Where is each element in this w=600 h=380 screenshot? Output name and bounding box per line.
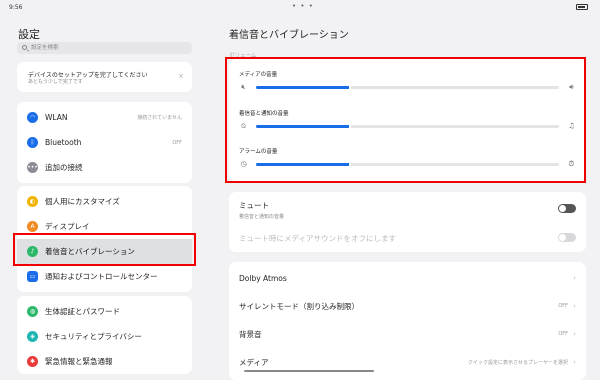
connections-group: ◠ WLAN 接続されていません ᛒ Bluetooth OFF ••• 追加の… — [17, 102, 192, 183]
list-item-dolby[interactable]: Dolby Atmos › — [239, 264, 576, 292]
search-placeholder: 設定を検索 — [31, 45, 59, 51]
list-item-background-sound[interactable]: 背景音 OFF › — [239, 320, 576, 348]
bluetooth-icon: ᛒ — [27, 137, 38, 148]
mute-row[interactable]: ミュート 着信音と通知の音量 — [239, 200, 576, 220]
more-connections-icon: ••• — [27, 162, 38, 173]
volume-highlight-box — [225, 57, 586, 183]
sidebar-item-label: 個人用にカスタマイズ — [45, 197, 120, 206]
sidebar-item-label: ディスプレイ — [45, 222, 90, 231]
mute-media-label: ミュート時にメディアサウンドをオフにします — [239, 234, 396, 243]
list-item-label: メディア — [239, 357, 269, 367]
shield-icon: ◈ — [27, 331, 38, 342]
sidebar-item-notifications[interactable]: ▭ 通知およびコントロールセンター — [17, 264, 192, 289]
emergency-icon: ✱ — [27, 356, 38, 367]
mute-card: ミュート 着信音と通知の音量 ミュート時にメディアサウンドをオフにします — [229, 192, 586, 252]
sidebar-item-wlan[interactable]: ◠ WLAN 接続されていません — [17, 105, 192, 130]
sidebar-item-label: 緊急情報と緊急通報 — [45, 357, 113, 366]
sidebar-item-label: Bluetooth — [45, 138, 82, 147]
sidebar-highlight-box — [13, 233, 196, 266]
palette-icon: ◐ — [27, 196, 38, 207]
fingerprint-icon: ◍ — [27, 306, 38, 317]
display-icon: A — [27, 221, 38, 232]
sidebar-item-label: 生体認証とパスワード — [45, 307, 120, 316]
sidebar-item-personalize[interactable]: ◐ 個人用にカスタマイズ — [17, 189, 192, 214]
chevron-right-icon: › — [573, 330, 576, 338]
home-indicator — [244, 370, 374, 372]
search-icon — [22, 45, 27, 50]
sidebar-item-bluetooth[interactable]: ᛒ Bluetooth OFF — [17, 130, 192, 155]
chevron-right-icon: › — [573, 274, 576, 282]
chevron-right-icon: › — [573, 358, 576, 366]
list-item-value: OFF — [558, 303, 568, 309]
list-item-value: OFF — [558, 331, 568, 337]
sidebar-item-more-connections[interactable]: ••• 追加の接続 — [17, 155, 192, 180]
search-input[interactable]: 設定を検索 — [17, 42, 192, 54]
sound-options-list: Dolby Atmos › サイレントモード（割り込み制限） OFF › 背景音… — [229, 262, 586, 380]
list-item-label: 背景音 — [239, 329, 262, 339]
settings-sidebar: 設定 設定を検索 デバイスのセットアップを完了してください あともう少しで完了で… — [0, 14, 212, 375]
list-item-value: クイック設定に表示させるプレーヤーを選択 — [467, 359, 568, 366]
sidebar-item-emergency[interactable]: ✱ 緊急情報と緊急通報 — [17, 349, 192, 374]
page-title: 着信音とバイブレーション — [229, 30, 349, 41]
mute-toggle[interactable] — [558, 204, 576, 213]
list-item-do-not-disturb[interactable]: サイレントモード（割り込み制限） OFF › — [239, 292, 576, 320]
mute-label: ミュート — [239, 201, 269, 210]
close-icon[interactable]: × — [178, 72, 184, 80]
list-item-label: Dolby Atmos — [239, 273, 287, 283]
chevron-right-icon: › — [573, 302, 576, 310]
sidebar-item-biometrics[interactable]: ◍ 生体認証とパスワード — [17, 299, 192, 324]
status-dots: • • • — [292, 2, 314, 10]
mute-media-toggle — [558, 233, 576, 242]
security-group: ◍ 生体認証とパスワード ◈ セキュリティとプライバシー ✱ 緊急情報と緊急通報 — [17, 296, 192, 374]
sidebar-title: 設定 — [18, 28, 40, 41]
sidebar-item-security[interactable]: ◈ セキュリティとプライバシー — [17, 324, 192, 349]
mute-sublabel: 着信音と通知の音量 — [239, 214, 285, 220]
sidebar-item-label: セキュリティとプライバシー — [45, 332, 142, 341]
mute-media-row: ミュート時にメディアサウンドをオフにします — [239, 233, 576, 244]
sidebar-item-label: WLAN — [45, 113, 68, 122]
sidebar-item-value: OFF — [172, 139, 182, 146]
status-time: 9:56 — [9, 4, 23, 11]
setup-subtitle: あともう少しで完了です — [28, 79, 83, 85]
setup-card[interactable]: デバイスのセットアップを完了してください あともう少しで完了です × — [17, 62, 192, 92]
battery-icon — [576, 4, 588, 10]
status-bar: 9:56 • • • — [0, 0, 600, 14]
sidebar-item-value: 接続されていません — [137, 115, 182, 121]
wifi-icon: ◠ — [27, 112, 38, 123]
sidebar-item-label: 通知およびコントロールセンター — [45, 272, 158, 281]
list-item-label: サイレントモード（割り込み制限） — [239, 301, 359, 311]
sidebar-item-label: 追加の接続 — [45, 163, 83, 172]
notification-icon: ▭ — [27, 271, 38, 282]
